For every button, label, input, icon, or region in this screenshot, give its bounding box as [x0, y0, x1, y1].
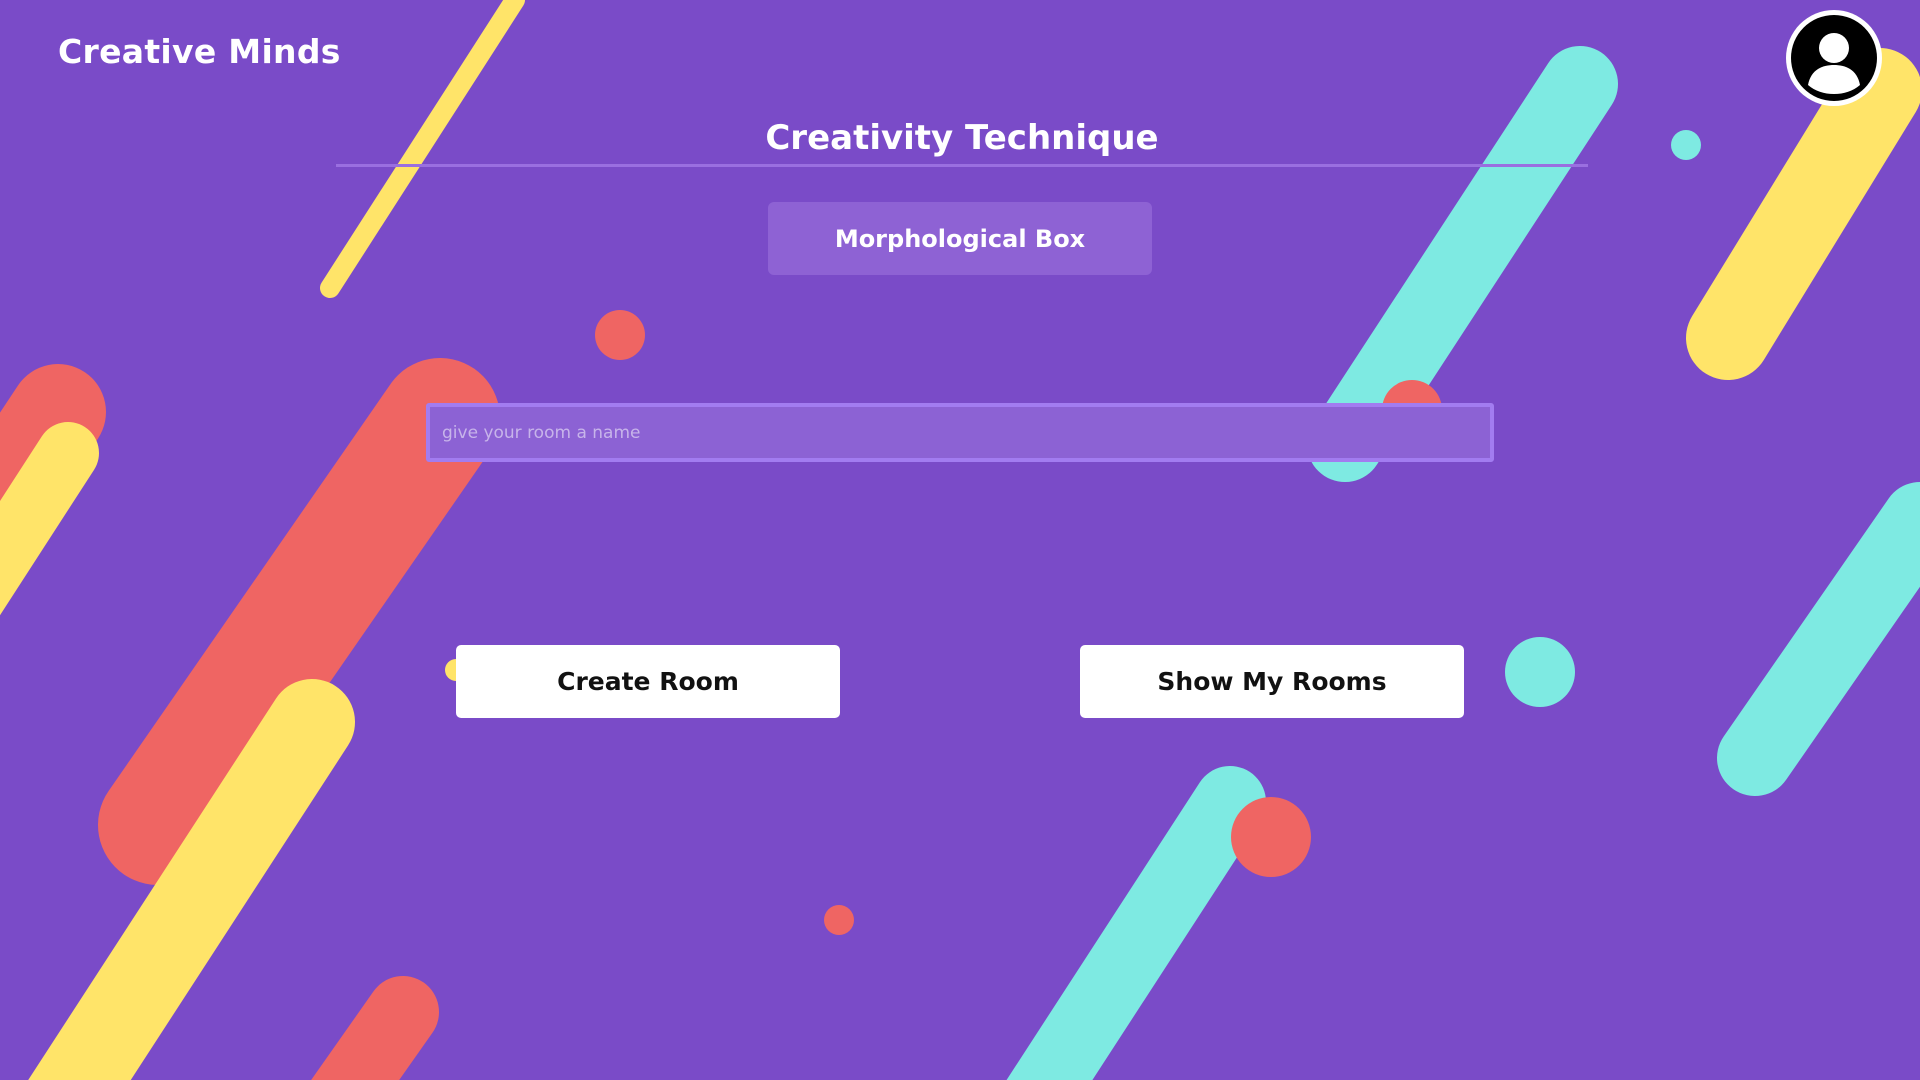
- decor-pill-cyan: [1006, 766, 1266, 1080]
- decor-dot-red: [1231, 797, 1311, 877]
- decor-dot-cyan: [1671, 130, 1701, 160]
- decor-dot-red: [595, 310, 645, 360]
- show-my-rooms-button[interactable]: Show My Rooms: [1080, 645, 1464, 718]
- profile-avatar-button[interactable]: [1786, 10, 1882, 106]
- decor-pill-red: [311, 976, 439, 1080]
- user-avatar-icon: [1791, 15, 1877, 101]
- decor-pill-cyan: [1717, 482, 1920, 796]
- app-brand: Creative Minds: [58, 32, 341, 71]
- decor-pill-yellow: [1686, 48, 1920, 380]
- app-stage: Creative Minds Creativity Technique Morp…: [0, 0, 1920, 1080]
- room-name-input[interactable]: [426, 403, 1494, 462]
- decor-dot-cyan: [1505, 637, 1575, 707]
- technique-selector-button[interactable]: Morphological Box: [768, 202, 1152, 275]
- create-room-button[interactable]: Create Room: [456, 645, 840, 718]
- decor-dot-red: [824, 905, 854, 935]
- section-title: Creativity Technique: [336, 118, 1588, 167]
